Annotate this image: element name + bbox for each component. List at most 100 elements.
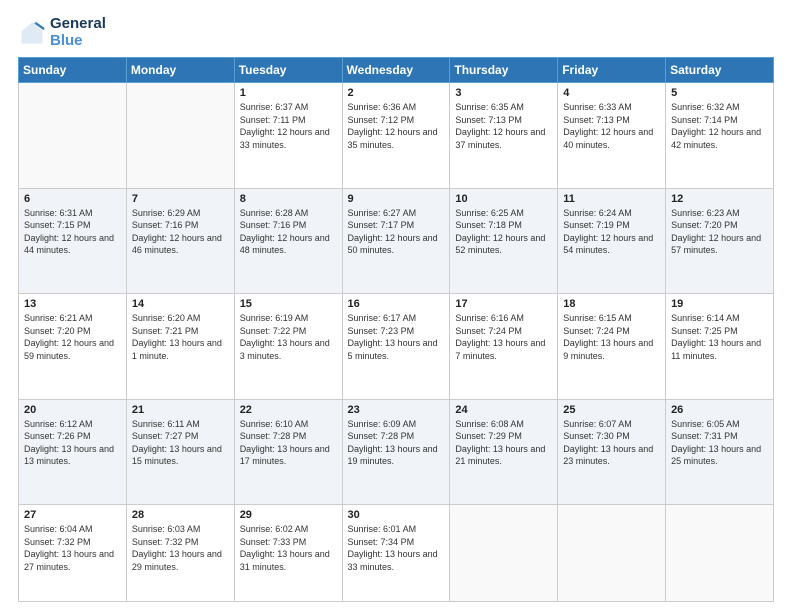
- day-number: 4: [563, 87, 660, 99]
- day-info: Sunrise: 6:35 AM Sunset: 7:13 PM Dayligh…: [455, 101, 552, 151]
- calendar-cell: 4 Sunrise: 6:33 AM Sunset: 7:13 PM Daylig…: [558, 83, 666, 189]
- calendar-week-row: 13 Sunrise: 6:21 AM Sunset: 7:20 PM Dayli…: [19, 294, 774, 400]
- day-number: 19: [671, 298, 768, 310]
- calendar-cell: 17Sunrise: 6:16 AM Sunset: 7:24 PM Dayli…: [450, 294, 558, 400]
- calendar-cell: 8 Sunrise: 6:28 AM Sunset: 7:16 PM Daylig…: [234, 188, 342, 294]
- day-info: Sunrise: 6:10 AM Sunset: 7:28 PM Dayligh…: [240, 418, 337, 468]
- calendar-cell: 26 Sunrise: 6:05 AM Sunset: 7:31 PM Dayli…: [666, 399, 774, 505]
- day-info: Sunrise: 6:11 AM Sunset: 7:27 PM Dayligh…: [132, 418, 229, 468]
- day-info: Sunrise: 6:28 AM Sunset: 7:16 PM Dayligh…: [240, 207, 337, 257]
- day-number: 18: [563, 298, 660, 310]
- calendar-cell: [558, 505, 666, 602]
- day-info: Sunrise: 6:05 AM Sunset: 7:31 PM Dayligh…: [671, 418, 768, 468]
- day-number: 24: [455, 404, 552, 416]
- day-info: Sunrise: 6:03 AM Sunset: 7:32 PM Dayligh…: [132, 523, 229, 573]
- day-info: Sunrise: 6:31 AM Sunset: 7:15 PM Dayligh…: [24, 207, 121, 257]
- day-info: Sunrise: 6:33 AM Sunset: 7:13 PM Dayligh…: [563, 101, 660, 151]
- day-number: 11: [563, 193, 660, 205]
- day-number: 27: [24, 509, 121, 521]
- day-number: 22: [240, 404, 337, 416]
- calendar-cell: [126, 83, 234, 189]
- calendar-cell: 15Sunrise: 6:19 AM Sunset: 7:22 PM Dayli…: [234, 294, 342, 400]
- day-info: Sunrise: 6:07 AM Sunset: 7:30 PM Dayligh…: [563, 418, 660, 468]
- day-number: 2: [348, 87, 445, 99]
- calendar-cell: 11 Sunrise: 6:24 AM Sunset: 7:19 PM Dayli…: [558, 188, 666, 294]
- day-number: 30: [348, 509, 445, 521]
- day-number: 7: [132, 193, 229, 205]
- calendar-cell: 29Sunrise: 6:02 AM Sunset: 7:33 PM Dayli…: [234, 505, 342, 602]
- day-number: 23: [348, 404, 445, 416]
- day-number: 21: [132, 404, 229, 416]
- day-number: 5: [671, 87, 768, 99]
- page: General Blue SundayMondayTuesdayWednesda…: [0, 0, 792, 612]
- day-info: Sunrise: 6:09 AM Sunset: 7:28 PM Dayligh…: [348, 418, 445, 468]
- day-number: 1: [240, 87, 337, 99]
- day-info: Sunrise: 6:32 AM Sunset: 7:14 PM Dayligh…: [671, 101, 768, 151]
- calendar-cell: [666, 505, 774, 602]
- day-info: Sunrise: 6:27 AM Sunset: 7:17 PM Dayligh…: [348, 207, 445, 257]
- day-info: Sunrise: 6:04 AM Sunset: 7:32 PM Dayligh…: [24, 523, 121, 573]
- day-number: 14: [132, 298, 229, 310]
- day-info: Sunrise: 6:17 AM Sunset: 7:23 PM Dayligh…: [348, 312, 445, 362]
- weekday-header: Wednesday: [342, 58, 450, 83]
- day-info: Sunrise: 6:21 AM Sunset: 7:20 PM Dayligh…: [24, 312, 121, 362]
- calendar-week-row: 6 Sunrise: 6:31 AM Sunset: 7:15 PM Daylig…: [19, 188, 774, 294]
- logo-icon: [18, 19, 46, 47]
- calendar-cell: 13 Sunrise: 6:21 AM Sunset: 7:20 PM Dayli…: [19, 294, 127, 400]
- logo-text: General Blue: [50, 16, 106, 49]
- day-number: 16: [348, 298, 445, 310]
- calendar-cell: 25 Sunrise: 6:07 AM Sunset: 7:30 PM Dayli…: [558, 399, 666, 505]
- day-info: Sunrise: 6:36 AM Sunset: 7:12 PM Dayligh…: [348, 101, 445, 151]
- day-info: Sunrise: 6:15 AM Sunset: 7:24 PM Dayligh…: [563, 312, 660, 362]
- day-info: Sunrise: 6:23 AM Sunset: 7:20 PM Dayligh…: [671, 207, 768, 257]
- calendar-cell: 6 Sunrise: 6:31 AM Sunset: 7:15 PM Daylig…: [19, 188, 127, 294]
- day-number: 13: [24, 298, 121, 310]
- weekday-header: Thursday: [450, 58, 558, 83]
- calendar-cell: 9 Sunrise: 6:27 AM Sunset: 7:17 PM Daylig…: [342, 188, 450, 294]
- calendar-week-row: 1 Sunrise: 6:37 AM Sunset: 7:11 PM Daylig…: [19, 83, 774, 189]
- day-number: 29: [240, 509, 337, 521]
- day-number: 10: [455, 193, 552, 205]
- day-info: Sunrise: 6:01 AM Sunset: 7:34 PM Dayligh…: [348, 523, 445, 573]
- calendar-cell: 5 Sunrise: 6:32 AM Sunset: 7:14 PM Daylig…: [666, 83, 774, 189]
- calendar-cell: 16 Sunrise: 6:17 AM Sunset: 7:23 PM Dayli…: [342, 294, 450, 400]
- calendar-cell: 18 Sunrise: 6:15 AM Sunset: 7:24 PM Dayli…: [558, 294, 666, 400]
- calendar-cell: 10 Sunrise: 6:25 AM Sunset: 7:18 PM Dayli…: [450, 188, 558, 294]
- weekday-header: Sunday: [19, 58, 127, 83]
- day-number: 28: [132, 509, 229, 521]
- day-number: 3: [455, 87, 552, 99]
- day-info: Sunrise: 6:14 AM Sunset: 7:25 PM Dayligh…: [671, 312, 768, 362]
- day-number: 8: [240, 193, 337, 205]
- calendar-cell: 27 Sunrise: 6:04 AM Sunset: 7:32 PM Dayli…: [19, 505, 127, 602]
- day-info: Sunrise: 6:37 AM Sunset: 7:11 PM Dayligh…: [240, 101, 337, 151]
- calendar-cell: [450, 505, 558, 602]
- day-info: Sunrise: 6:08 AM Sunset: 7:29 PM Dayligh…: [455, 418, 552, 468]
- day-info: Sunrise: 6:29 AM Sunset: 7:16 PM Dayligh…: [132, 207, 229, 257]
- calendar-header-row: SundayMondayTuesdayWednesdayThursdayFrid…: [19, 58, 774, 83]
- calendar-cell: 7 Sunrise: 6:29 AM Sunset: 7:16 PM Daylig…: [126, 188, 234, 294]
- weekday-header: Friday: [558, 58, 666, 83]
- calendar-cell: 24 Sunrise: 6:08 AM Sunset: 7:29 PM Dayli…: [450, 399, 558, 505]
- calendar-cell: [19, 83, 127, 189]
- calendar-cell: 3 Sunrise: 6:35 AM Sunset: 7:13 PM Daylig…: [450, 83, 558, 189]
- day-info: Sunrise: 6:24 AM Sunset: 7:19 PM Dayligh…: [563, 207, 660, 257]
- calendar-cell: 14Sunrise: 6:20 AM Sunset: 7:21 PM Dayli…: [126, 294, 234, 400]
- calendar-week-row: 27 Sunrise: 6:04 AM Sunset: 7:32 PM Dayli…: [19, 505, 774, 602]
- weekday-header: Tuesday: [234, 58, 342, 83]
- calendar-cell: 1 Sunrise: 6:37 AM Sunset: 7:11 PM Daylig…: [234, 83, 342, 189]
- day-number: 6: [24, 193, 121, 205]
- calendar-week-row: 20Sunrise: 6:12 AM Sunset: 7:26 PM Dayli…: [19, 399, 774, 505]
- day-number: 26: [671, 404, 768, 416]
- calendar-cell: 21 Sunrise: 6:11 AM Sunset: 7:27 PM Dayli…: [126, 399, 234, 505]
- header: General Blue: [18, 16, 774, 49]
- day-info: Sunrise: 6:19 AM Sunset: 7:22 PM Dayligh…: [240, 312, 337, 362]
- calendar-cell: 30 Sunrise: 6:01 AM Sunset: 7:34 PM Dayli…: [342, 505, 450, 602]
- day-number: 12: [671, 193, 768, 205]
- day-number: 9: [348, 193, 445, 205]
- day-info: Sunrise: 6:25 AM Sunset: 7:18 PM Dayligh…: [455, 207, 552, 257]
- weekday-header: Saturday: [666, 58, 774, 83]
- weekday-header: Monday: [126, 58, 234, 83]
- day-number: 25: [563, 404, 660, 416]
- calendar-cell: 28 Sunrise: 6:03 AM Sunset: 7:32 PM Dayli…: [126, 505, 234, 602]
- day-number: 17: [455, 298, 552, 310]
